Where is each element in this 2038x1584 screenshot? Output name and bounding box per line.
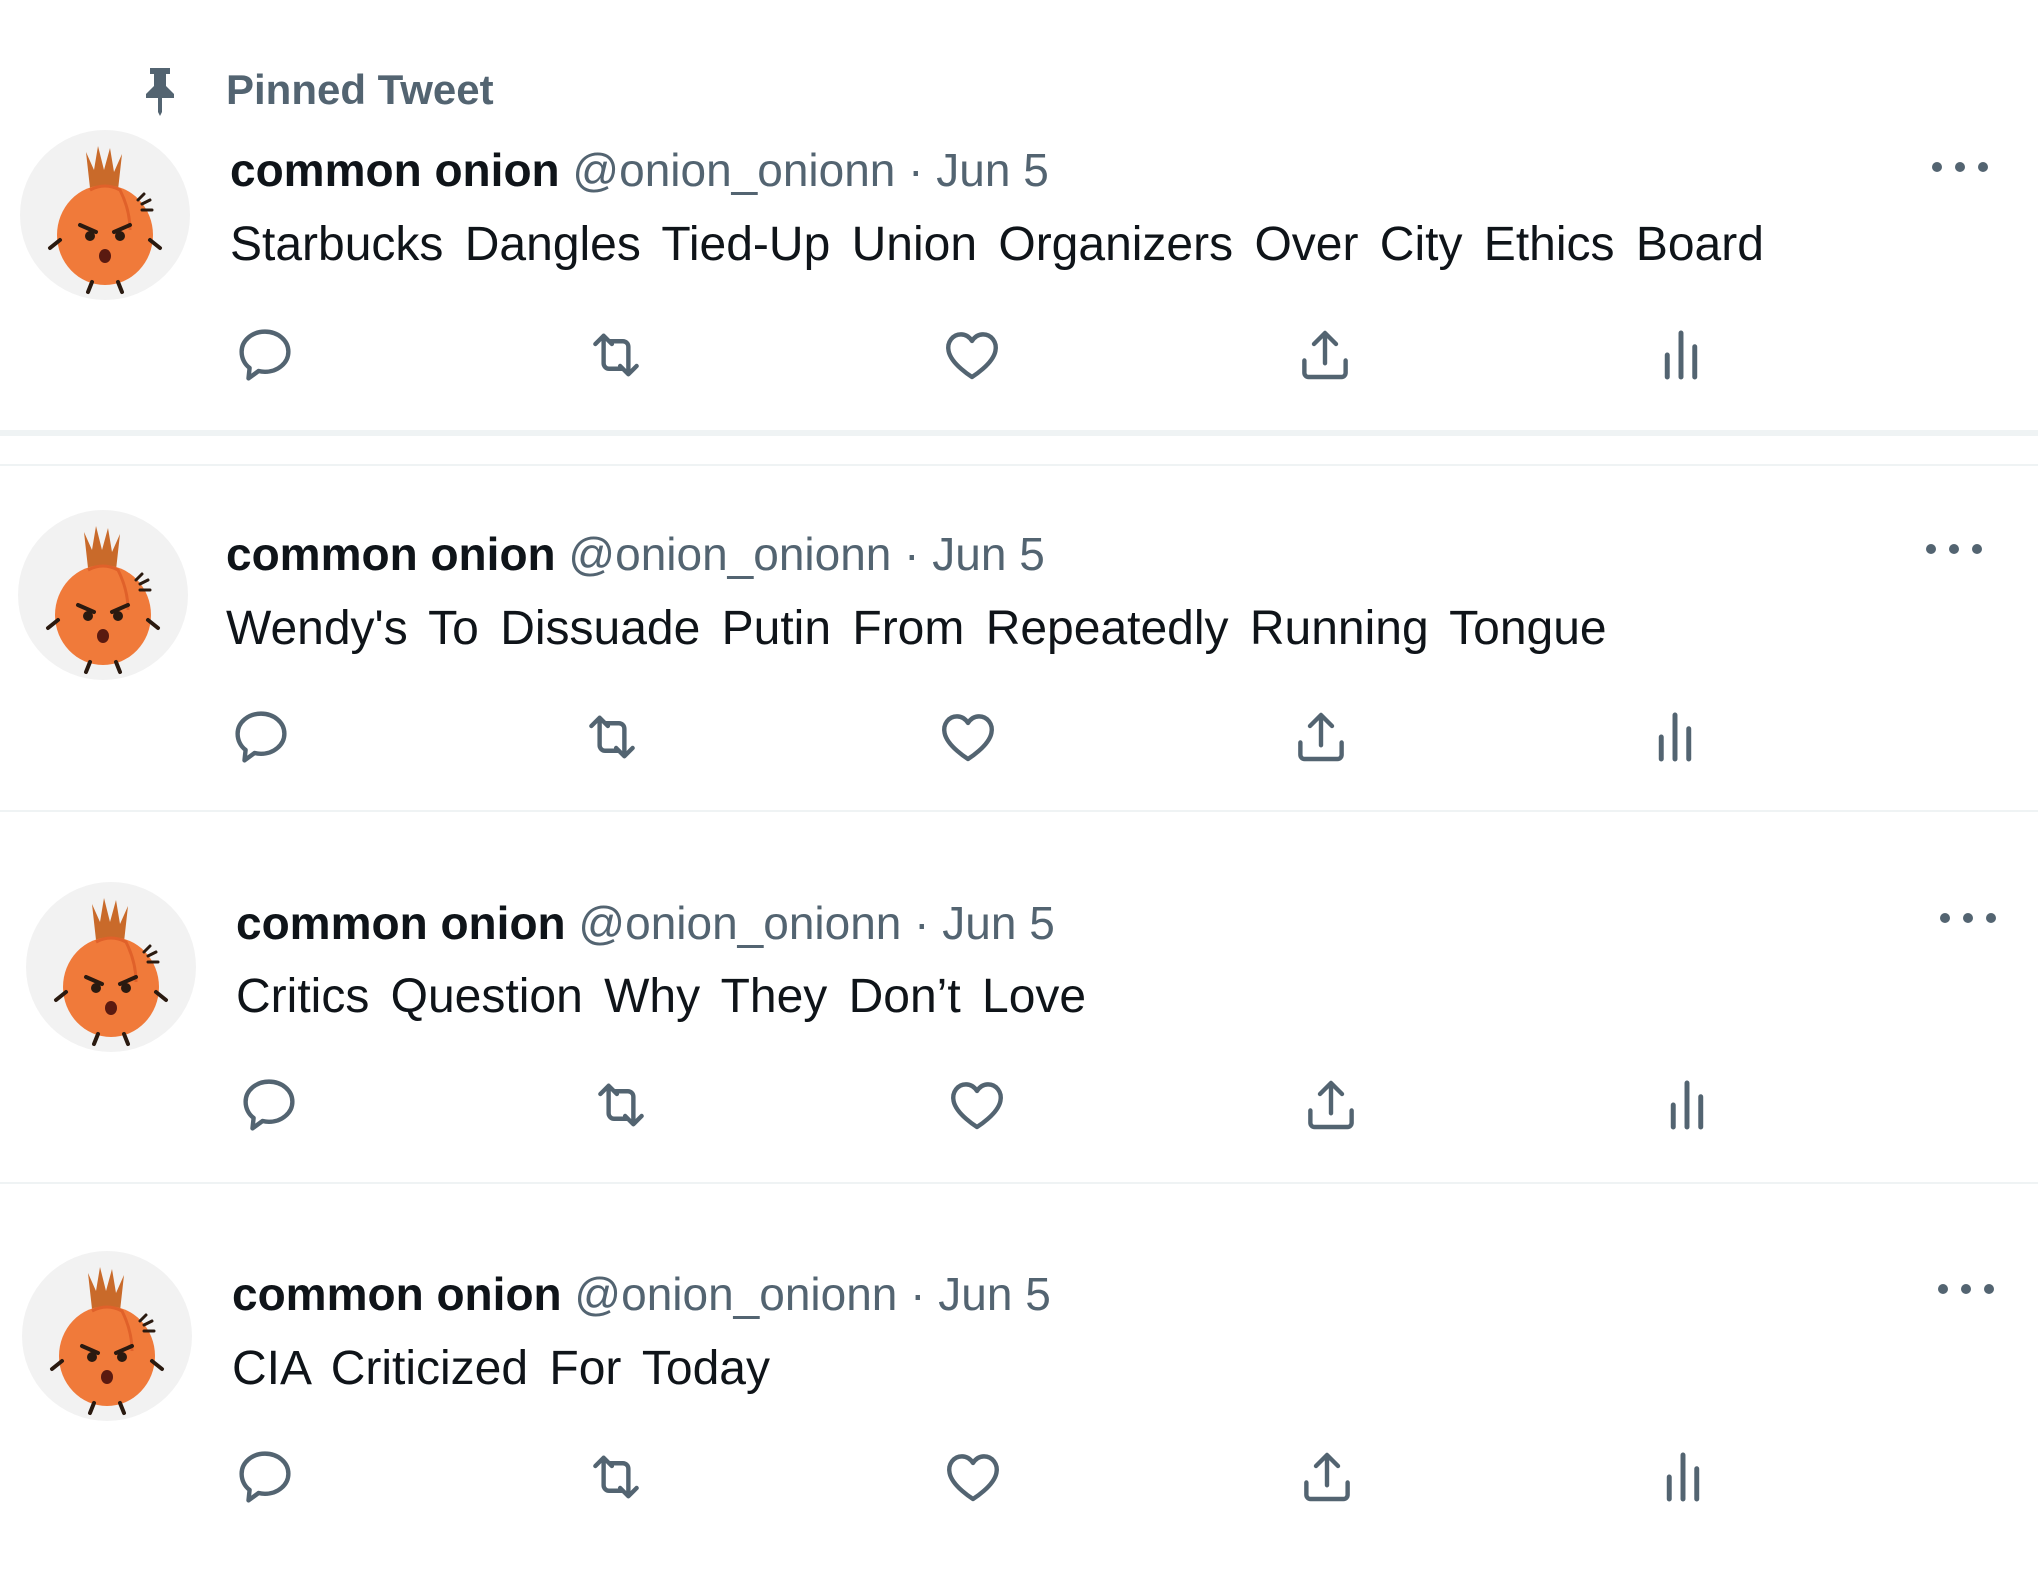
section-divider bbox=[0, 430, 2038, 466]
tweet[interactable]: common onion @onion_onionn · Jun 5 CIA C… bbox=[0, 1184, 2038, 1584]
tweet[interactable]: common onion @onion_onionn · Jun 5 Criti… bbox=[0, 812, 2038, 1182]
tweet-header: common onion @onion_onionn · Jun 5 bbox=[232, 1264, 1051, 1324]
reply-icon[interactable] bbox=[228, 704, 294, 770]
pin-icon bbox=[146, 68, 174, 116]
display-name[interactable]: common onion bbox=[226, 528, 556, 580]
display-name[interactable]: common onion bbox=[236, 897, 566, 949]
tweet-pinned[interactable]: Pinned Tweet common onion @onion_onionn … bbox=[0, 0, 2038, 430]
analytics-icon[interactable] bbox=[1650, 1444, 1716, 1510]
tweet-date[interactable]: Jun 5 bbox=[938, 1268, 1051, 1320]
share-icon[interactable] bbox=[1288, 704, 1354, 770]
avatar[interactable] bbox=[20, 130, 190, 300]
user-handle[interactable]: @onion_onionn bbox=[572, 144, 895, 196]
tweet-text: Critics Question Why They Don’t Love bbox=[236, 970, 1087, 1023]
onion-avatar bbox=[50, 1267, 164, 1415]
tweet-text: Starbucks Dangles Tied-Up Union Organize… bbox=[230, 218, 1764, 271]
display-name[interactable]: common onion bbox=[230, 144, 560, 196]
like-icon[interactable] bbox=[940, 1444, 1006, 1510]
share-icon[interactable] bbox=[1298, 1072, 1364, 1138]
user-handle[interactable]: @onion_onionn bbox=[574, 1268, 897, 1320]
like-icon[interactable] bbox=[944, 1072, 1010, 1138]
tweet[interactable]: common onion @onion_onionn · Jun 5 Wendy… bbox=[0, 466, 2038, 810]
tweet-date[interactable]: Jun 5 bbox=[942, 897, 1055, 949]
more-icon[interactable] bbox=[1926, 534, 1982, 564]
user-handle[interactable]: @onion_onionn bbox=[578, 897, 901, 949]
more-icon[interactable] bbox=[1938, 1274, 1994, 1304]
onion-avatar bbox=[48, 146, 162, 294]
separator-dot: · bbox=[910, 1268, 926, 1320]
avatar[interactable] bbox=[22, 1251, 192, 1421]
avatar[interactable] bbox=[18, 510, 188, 680]
reply-icon[interactable] bbox=[232, 1444, 298, 1510]
tweet-text: Wendy's To Dissuade Putin From Repeatedl… bbox=[226, 602, 1607, 655]
tweet-header: common onion @onion_onionn · Jun 5 bbox=[226, 524, 1045, 584]
onion-avatar bbox=[54, 898, 168, 1046]
pinned-label: Pinned Tweet bbox=[226, 66, 494, 113]
tweet-header: common onion @onion_onionn · Jun 5 bbox=[230, 140, 1049, 200]
retweet-icon[interactable] bbox=[583, 1444, 649, 1510]
tweet-text: CIA Criticized For Today bbox=[232, 1342, 770, 1395]
avatar[interactable] bbox=[26, 882, 196, 1052]
tweet-header: common onion @onion_onionn · Jun 5 bbox=[236, 893, 1055, 953]
reply-icon[interactable] bbox=[236, 1072, 302, 1138]
more-icon[interactable] bbox=[1940, 903, 1996, 933]
separator-dot: · bbox=[908, 144, 924, 196]
timeline: Pinned Tweet common onion @onion_onionn … bbox=[0, 0, 2038, 1584]
tweet-date[interactable]: Jun 5 bbox=[932, 528, 1045, 580]
separator-dot: · bbox=[904, 528, 920, 580]
like-icon[interactable] bbox=[935, 704, 1001, 770]
pinned-indicator: Pinned Tweet bbox=[136, 60, 494, 120]
reply-icon[interactable] bbox=[232, 322, 298, 388]
analytics-icon[interactable] bbox=[1648, 322, 1714, 388]
separator-dot: · bbox=[914, 897, 930, 949]
retweet-icon[interactable] bbox=[579, 704, 645, 770]
share-icon[interactable] bbox=[1294, 1444, 1360, 1510]
more-icon[interactable] bbox=[1932, 152, 1988, 182]
analytics-icon[interactable] bbox=[1654, 1072, 1720, 1138]
tweet-date[interactable]: Jun 5 bbox=[936, 144, 1049, 196]
share-icon[interactable] bbox=[1292, 322, 1358, 388]
onion-avatar bbox=[46, 526, 160, 674]
display-name[interactable]: common onion bbox=[232, 1268, 562, 1320]
retweet-icon[interactable] bbox=[588, 1072, 654, 1138]
analytics-icon[interactable] bbox=[1642, 704, 1708, 770]
retweet-icon[interactable] bbox=[583, 322, 649, 388]
like-icon[interactable] bbox=[939, 322, 1005, 388]
user-handle[interactable]: @onion_onionn bbox=[568, 528, 891, 580]
